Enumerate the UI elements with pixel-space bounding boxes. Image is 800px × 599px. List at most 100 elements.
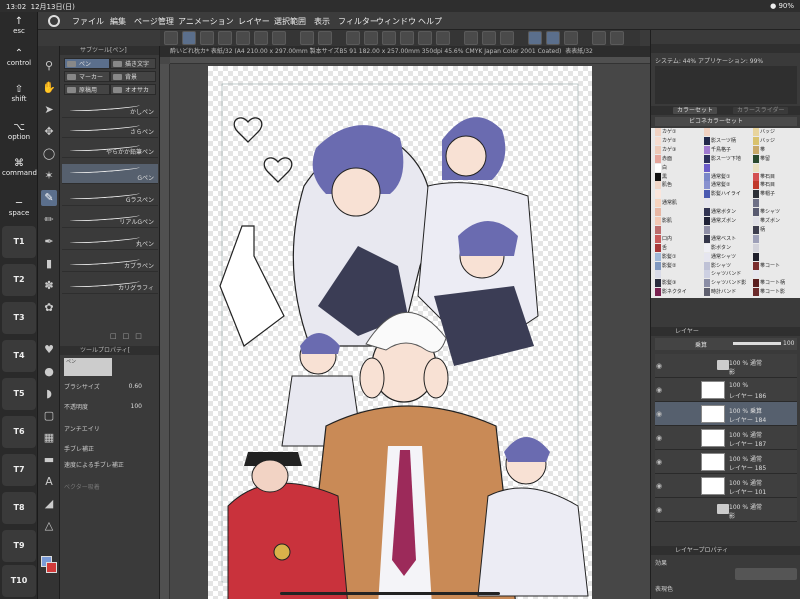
color-swatch-label[interactable]: カゲ②	[662, 137, 702, 145]
color-swatch[interactable]	[655, 172, 661, 181]
color-swatch-label[interactable]	[711, 199, 751, 207]
key-shift[interactable]: ⇧ shift	[2, 84, 36, 103]
color-swatch[interactable]	[655, 136, 661, 145]
brush-item[interactable]: 丸ペン	[62, 234, 158, 250]
grid-snap-icon[interactable]	[482, 31, 496, 45]
color-swatch-label[interactable]: 白	[662, 164, 702, 172]
canvas-area[interactable]: 酔いどれ枕カ* 表紙/32 (A4 210.00 x 297.00mm 製本サイ…	[160, 46, 650, 599]
color-swatch[interactable]	[704, 128, 710, 136]
color-swatch[interactable]	[704, 199, 710, 208]
sub-color-swatch[interactable]	[46, 562, 57, 573]
print-icon[interactable]	[272, 31, 286, 45]
color-swatch-label[interactable]: 影髪②	[662, 262, 702, 270]
colorset-selector[interactable]: ビコネカラーセット	[655, 117, 797, 126]
color-swatch-label[interactable]: 通常シャツ	[711, 253, 751, 261]
color-swatch[interactable]	[753, 270, 759, 279]
clear-icon[interactable]	[346, 31, 360, 45]
color-swatch-label[interactable]: 口内	[662, 235, 702, 243]
layer-item[interactable]: ◉ 100 % 通常影	[655, 354, 797, 378]
brush-item[interactable]: やらかか鉛筆ペン	[62, 142, 158, 158]
speed-stab-row[interactable]: 速度による手ブレ補正	[64, 460, 156, 472]
lasso-icon[interactable]: ◯	[41, 146, 57, 162]
horizontal-scrollbar[interactable]	[280, 592, 500, 595]
color-swatch-label[interactable]	[760, 244, 800, 252]
eye-icon[interactable]: ◉	[656, 458, 662, 466]
3d-icon[interactable]	[592, 31, 606, 45]
menu-help[interactable]: ヘルプ	[418, 16, 442, 27]
key-t8[interactable]: T8	[2, 492, 36, 524]
eye-icon[interactable]: ◉	[656, 410, 662, 418]
layer-item[interactable]: ◉ 100 % 通常 レイヤー 101	[655, 474, 797, 498]
color-swatch-label[interactable]	[662, 226, 702, 234]
key-t2[interactable]: T2	[2, 264, 36, 296]
menu-window[interactable]: ウィンドウ	[376, 16, 416, 27]
tab-color-slider[interactable]: カラースライダー	[733, 107, 789, 114]
color-swatch[interactable]	[753, 225, 759, 234]
color-swatch-label[interactable]: 影肌	[662, 217, 702, 225]
color-swatch-label[interactable]: 通常ベスト	[711, 235, 751, 243]
move-layer-icon[interactable]: ✥	[41, 124, 57, 140]
color-swatch[interactable]	[704, 261, 710, 270]
color-swatch[interactable]	[753, 261, 759, 270]
color-swatch[interactable]	[753, 217, 759, 225]
color-swatch[interactable]	[753, 145, 759, 154]
menu-filter[interactable]: フィルター	[338, 16, 378, 27]
snap-special-icon[interactable]	[564, 31, 578, 45]
color-swatch-label[interactable]	[662, 208, 702, 216]
color-swatch-label[interactable]: 赤面	[662, 155, 702, 163]
opacity-row[interactable]: 不透明度 100	[64, 402, 156, 414]
key-t4[interactable]: T4	[2, 340, 36, 372]
menu-selection[interactable]: 選択範囲	[274, 16, 306, 27]
new-icon[interactable]	[200, 31, 214, 45]
stabilization-row[interactable]: 手ブレ補正	[64, 444, 156, 456]
tab-colorset[interactable]: カラーセット	[673, 107, 718, 114]
color-swatch[interactable]	[704, 208, 710, 217]
color-swatch[interactable]	[704, 288, 710, 297]
layer-item[interactable]: ◉ 100 % レイヤー 186	[655, 378, 797, 402]
app-logo-icon[interactable]	[48, 15, 60, 27]
color-swatch-label[interactable]	[662, 270, 702, 278]
color-swatch-label[interactable]: 帯	[760, 146, 800, 154]
brush-item[interactable]: リアルGペン	[62, 212, 158, 228]
color-swatch-label[interactable]: 影シャツ	[711, 262, 751, 270]
color-swatch-label[interactable]: 舌	[662, 244, 702, 252]
color-swatch[interactable]	[753, 243, 759, 252]
color-swatch[interactable]	[753, 288, 759, 297]
color-swatch[interactable]	[704, 252, 710, 261]
snap-grid-on-icon[interactable]	[546, 31, 560, 45]
color-swatch-label[interactable]	[760, 199, 800, 207]
brush-icon[interactable]: ✒	[41, 234, 57, 250]
save-icon[interactable]	[236, 31, 250, 45]
color-swatch[interactable]	[704, 181, 710, 190]
subtool-category-manuscript[interactable]: 原稿用	[64, 84, 110, 95]
opacity-value[interactable]: 100	[131, 403, 142, 410]
color-swatch-label[interactable]: 柄	[760, 226, 800, 234]
operation-icon[interactable]: ➤	[41, 102, 57, 118]
color-swatch-label[interactable]: 帯ズボン	[760, 217, 800, 225]
color-swatch[interactable]	[704, 163, 710, 172]
text-icon[interactable]: A	[41, 474, 57, 490]
deselect-icon[interactable]	[400, 31, 414, 45]
export-icon[interactable]	[254, 31, 268, 45]
color-swatch[interactable]	[655, 154, 661, 163]
subtool-category-handwriting[interactable]: 描き文字	[110, 58, 156, 69]
color-swatch-label[interactable]: バッジ	[760, 128, 800, 136]
color-swatch[interactable]	[753, 181, 759, 190]
brush-item[interactable]: さらペン	[62, 122, 158, 138]
color-swatch-label[interactable]: 影髪③	[662, 279, 702, 287]
color-swatch[interactable]	[655, 279, 661, 288]
key-t1[interactable]: T1	[2, 226, 36, 258]
color-swatch[interactable]	[753, 163, 759, 172]
water-drop-icon[interactable]: ●	[41, 364, 57, 380]
layer-blend-row[interactable]: 乗算 100	[655, 338, 797, 350]
hand-icon[interactable]: ✋	[41, 80, 57, 96]
color-swatch[interactable]	[655, 270, 661, 279]
color-swatch[interactable]	[753, 128, 759, 136]
balloon-icon[interactable]: ◢	[41, 496, 57, 512]
color-swatch[interactable]	[655, 181, 661, 190]
subtool-category-background[interactable]: 背景	[110, 71, 156, 82]
special-ruler-icon[interactable]	[500, 31, 514, 45]
color-swatch-label[interactable]	[711, 226, 751, 234]
color-swatch[interactable]	[753, 136, 759, 145]
color-swatch[interactable]	[704, 136, 710, 145]
